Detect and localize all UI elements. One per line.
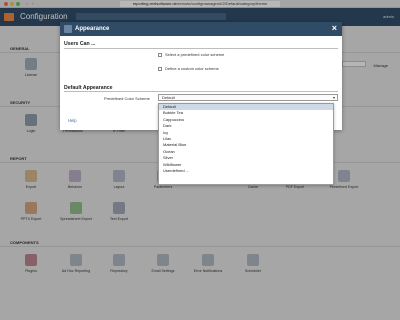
section-divider <box>64 48 338 49</box>
checkbox-label: Define a custom color scheme <box>165 66 219 71</box>
help-link[interactable]: Help <box>68 118 77 123</box>
color-scheme-dropdown-list: Default Bubble Tea Cappuccino Dark Icy Lilac M… <box>158 103 334 185</box>
predefined-scheme-checkbox[interactable] <box>158 52 162 57</box>
custom-scheme-option[interactable]: Define a custom color scheme <box>158 66 219 71</box>
chevron-down-icon: ▾ <box>332 95 335 100</box>
color-scheme-select[interactable]: Default ▾ <box>158 94 338 101</box>
custom-scheme-checkbox[interactable] <box>158 66 162 71</box>
checkbox-label: Select a predefined color scheme <box>165 52 225 57</box>
dialog-title: Appearance <box>75 26 110 32</box>
section-divider <box>64 91 338 92</box>
close-icon[interactable]: × <box>332 23 337 33</box>
users-can-heading: Users Can ... <box>64 41 96 47</box>
selected-value: Default <box>162 95 175 100</box>
dropdown-option[interactable]: Userdefined ... <box>159 168 333 174</box>
appearance-icon <box>64 25 72 33</box>
predefined-scheme-option[interactable]: Select a predefined color scheme <box>158 52 224 57</box>
dialog-header: Appearance × <box>60 22 342 36</box>
color-scheme-label: Predefined Color Scheme <box>104 96 150 101</box>
